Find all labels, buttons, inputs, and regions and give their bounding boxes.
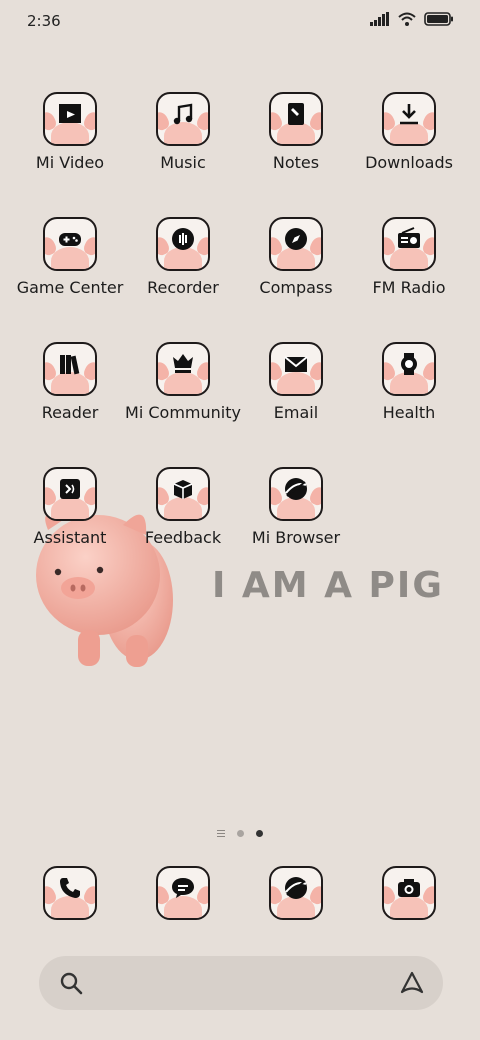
app-downloads[interactable]: Downloads [349, 92, 469, 172]
app-mi-browser[interactable]: Mi Browser [236, 467, 356, 547]
status-time: 2:36 [27, 12, 61, 30]
battery-icon [424, 12, 453, 26]
dock-browser-app[interactable] [236, 866, 356, 920]
app-icon-tile[interactable] [382, 866, 436, 920]
app-label: Health [382, 403, 436, 422]
app-label: Compass [259, 278, 333, 297]
app-icon-tile[interactable] [156, 467, 210, 521]
app-reader[interactable]: Reader [10, 342, 130, 422]
recorder-icon [170, 226, 196, 252]
app-label: Game Center [16, 278, 124, 297]
app-icon-tile[interactable] [156, 92, 210, 146]
feedback-icon [170, 476, 196, 502]
app-label: Recorder [147, 278, 219, 297]
messages-icon [170, 875, 196, 901]
app-label: Reader [41, 403, 99, 422]
app-feedback[interactable]: Feedback [123, 467, 243, 547]
app-mi-video[interactable]: Mi Video [10, 92, 130, 172]
status-icons [370, 12, 454, 26]
dock-phone-app[interactable] [10, 866, 130, 920]
app-assistant[interactable]: Assistant [10, 467, 130, 547]
app-recorder[interactable]: Recorder [123, 217, 243, 297]
app-icon-tile[interactable] [43, 467, 97, 521]
app-label: Assistant [33, 528, 107, 547]
app-icon-tile[interactable] [156, 342, 210, 396]
assistant-icon [57, 476, 83, 502]
app-icon-tile[interactable] [43, 217, 97, 271]
page-dot-1[interactable] [237, 830, 244, 837]
search-icon[interactable] [59, 971, 83, 995]
app-drawer-indicator[interactable] [217, 830, 225, 837]
radio-icon [396, 226, 422, 252]
app-label: FM Radio [372, 278, 446, 297]
app-label: Feedback [144, 528, 222, 547]
app-icon-tile[interactable] [269, 467, 323, 521]
app-label: Mi Browser [251, 528, 341, 547]
app-icon-tile[interactable] [156, 866, 210, 920]
app-fm-radio[interactable]: FM Radio [349, 217, 469, 297]
browser-icon [283, 476, 309, 502]
app-email[interactable]: Email [236, 342, 356, 422]
app-label: Music [160, 153, 206, 172]
camera-icon [396, 875, 422, 901]
app-icon-tile[interactable] [43, 342, 97, 396]
mail-icon [283, 351, 309, 377]
app-icon-tile[interactable] [269, 92, 323, 146]
app-label: Notes [272, 153, 320, 172]
dock-camera-app[interactable] [349, 866, 469, 920]
app-icon-tile[interactable] [382, 92, 436, 146]
app-mi-community[interactable]: Mi Community [123, 342, 243, 422]
phone-icon [57, 875, 83, 901]
app-icon-tile[interactable] [43, 866, 97, 920]
search-bar[interactable] [39, 956, 443, 1010]
wallpaper-text: I AM A PIG [212, 565, 444, 606]
community-icon [170, 351, 196, 377]
music-icon [170, 101, 196, 127]
notes-icon [283, 101, 309, 127]
app-icon-tile[interactable] [156, 217, 210, 271]
app-label: Mi Video [35, 153, 105, 172]
app-icon-tile[interactable] [269, 866, 323, 920]
app-icon-tile[interactable] [269, 217, 323, 271]
app-icon-tile[interactable] [269, 342, 323, 396]
page-indicator [0, 830, 480, 837]
app-icon-tile[interactable] [382, 217, 436, 271]
watch-icon [396, 351, 422, 377]
signal-icon [370, 12, 389, 26]
app-compass[interactable]: Compass [236, 217, 356, 297]
browser-icon [283, 875, 309, 901]
compass-icon [283, 226, 309, 252]
books-icon [57, 351, 83, 377]
app-game-center[interactable]: Game Center [10, 217, 130, 297]
download-icon [396, 101, 422, 127]
app-notes[interactable]: Notes [236, 92, 356, 172]
assistant-a-icon[interactable] [399, 970, 425, 996]
status-bar: 2:36 [0, 0, 480, 42]
app-icon-tile[interactable] [382, 342, 436, 396]
video-icon [57, 101, 83, 127]
app-health[interactable]: Health [349, 342, 469, 422]
gamepad-icon [57, 226, 83, 252]
app-label: Downloads [365, 153, 453, 172]
wifi-icon [398, 12, 416, 26]
page-dot-2[interactable] [256, 830, 263, 837]
app-label: Email [273, 403, 319, 422]
app-icon-tile[interactable] [43, 92, 97, 146]
app-label: Mi Community [125, 403, 241, 422]
app-music[interactable]: Music [123, 92, 243, 172]
dock-messages-app[interactable] [123, 866, 243, 920]
